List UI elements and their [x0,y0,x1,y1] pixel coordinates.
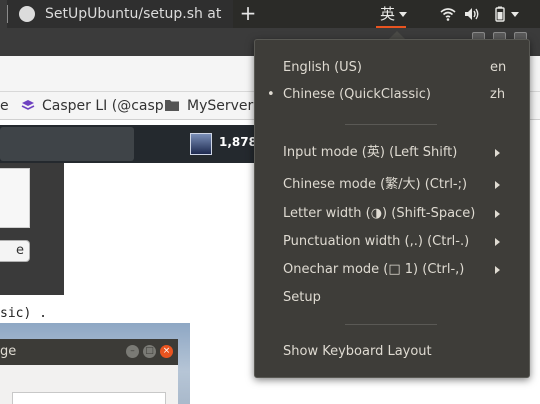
ime-menu: English (US) en • Chinese (QuickClassic)… [254,39,530,378]
bookmark-favicon-icon [21,100,35,110]
search-input[interactable] [0,127,134,161]
bookmark-folder[interactable]: MyServer [187,92,253,120]
menu-item-shortcut: en [490,60,507,75]
selected-marker: • [267,87,275,102]
menu-item-chinese[interactable]: • Chinese (QuickClassic) zh [255,83,529,107]
menu-item-label: Input mode (英) (Left Shift) [283,145,458,160]
minimize-icon: – [126,345,139,358]
ime-indicator-label: 英 [380,5,396,23]
screenshot-button: e [0,240,30,262]
submenu-arrow-icon [495,149,500,157]
chevron-down-icon[interactable] [511,12,519,18]
close-icon: × [160,345,173,358]
menu-separator [345,324,437,325]
chevron-down-icon [399,12,407,17]
menu-item-letter-width[interactable]: Letter width (◑) (Shift-Space) [255,202,529,226]
menu-item-input-mode[interactable]: Input mode (英) (Left Shift) [255,141,529,165]
tab-title: SetUpUbuntu/setup.sh at [45,6,222,22]
new-tab-button[interactable]: + [236,0,260,28]
tab-separator [7,5,8,23]
wifi-icon[interactable] [440,6,456,22]
menu-item-english[interactable]: English (US) en [255,56,529,80]
menu-item-show-keyboard-layout[interactable]: Show Keyboard Layout [255,340,529,364]
dialog-title: ge [0,344,17,359]
menu-item-label: Show Keyboard Layout [283,344,432,359]
screenshot-panel [0,168,30,228]
battery-icon[interactable] [493,6,507,22]
menu-item-label: English (US) [283,60,362,75]
ime-indicator[interactable]: 英 [368,0,410,28]
menu-item-label: Onechar mode (□ 1) (Ctrl-,) [283,262,465,277]
bookmark-item[interactable]: e [0,92,9,120]
menu-item-label: Setup [283,290,321,305]
tab-previous[interactable] [0,0,7,28]
menu-item-label: Letter width (◑) (Shift-Space) [283,206,476,221]
volume-icon[interactable] [464,6,482,22]
github-icon [19,6,35,22]
menu-item-punctuation-width[interactable]: Punctuation width (,.) (Ctrl-.) [255,230,529,254]
submenu-arrow-icon [495,210,500,218]
star-count: 1,878 [219,135,257,149]
menu-item-label: Chinese mode (繁/大) (Ctrl-;) [283,177,468,192]
submenu-arrow-icon [495,266,500,274]
maximize-icon: □ [143,345,156,358]
menu-separator [345,124,437,125]
code-snippet: sic) . [0,306,47,321]
menu-item-shortcut: zh [490,87,506,102]
menu-item-label: Punctuation width (,.) (Ctrl-.) [283,234,470,249]
avatar[interactable] [190,133,212,155]
menu-item-chinese-mode[interactable]: Chinese mode (繁/大) (Ctrl-;) [255,173,529,197]
tab-active[interactable]: SetUpUbuntu/setup.sh at [7,0,233,28]
folder-icon [165,100,179,111]
menu-item-label: Chinese (QuickClassic) [283,87,431,102]
dialog-field [12,392,166,404]
menu-pointer [389,31,405,39]
submenu-arrow-icon [495,238,500,246]
submenu-arrow-icon [495,181,500,189]
dialog-titlebar: ge – □ × [0,339,178,365]
bookmark-item[interactable]: Casper LI (@casp [42,92,164,120]
menu-item-setup[interactable]: Setup [255,286,529,310]
menu-item-onechar-mode[interactable]: Onechar mode (□ 1) (Ctrl-,) [255,258,529,282]
